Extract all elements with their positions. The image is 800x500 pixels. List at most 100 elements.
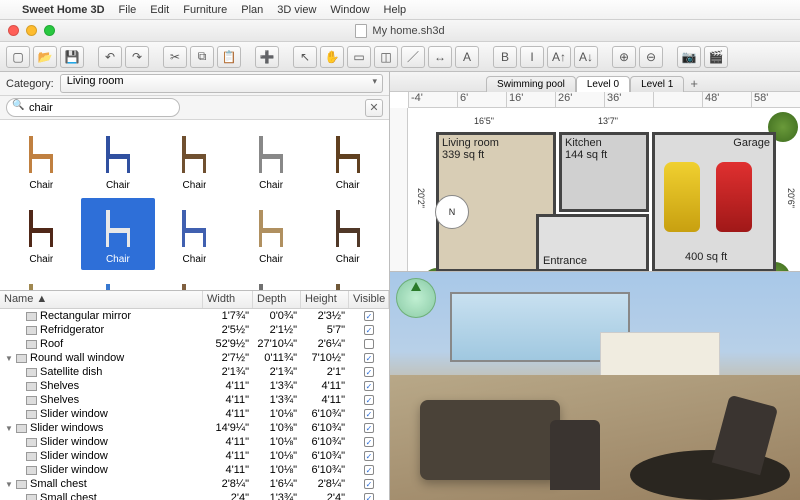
visible-checkbox[interactable]: ✓ xyxy=(364,325,374,335)
room-kitchen[interactable]: Kitchen 144 sq ft xyxy=(559,132,649,212)
col-depth-header[interactable]: Depth xyxy=(253,291,301,308)
new-button[interactable]: ▢ xyxy=(6,46,30,68)
col-name-header[interactable]: Name ▲ xyxy=(0,291,203,308)
menu-help[interactable]: Help xyxy=(384,4,407,16)
select-button[interactable]: ↖ xyxy=(293,46,317,68)
add-text-button[interactable]: A xyxy=(455,46,479,68)
menu-app[interactable]: Sweet Home 3D xyxy=(22,4,105,16)
visible-checkbox[interactable]: ✓ xyxy=(364,311,374,321)
menu-furniture[interactable]: Furniture xyxy=(183,4,227,16)
visible-checkbox[interactable]: ✓ xyxy=(364,423,374,433)
visible-checkbox[interactable]: ✓ xyxy=(364,367,374,377)
car-yellow-icon[interactable] xyxy=(664,162,700,232)
furniture-row[interactable]: Small chest2'4"1'3¾"2'4"✓ xyxy=(0,491,389,500)
furniture-row[interactable]: ▼Round wall window2'7½"0'11¾"7'10½"✓ xyxy=(0,351,389,365)
furniture-row[interactable]: Refridgerator2'5½"2'1½"5'7"✓ xyxy=(0,323,389,337)
search-input[interactable] xyxy=(6,98,180,117)
catalog-item[interactable]: Chair xyxy=(234,198,309,270)
add-furniture-button[interactable]: ➕ xyxy=(255,46,279,68)
furniture-catalog[interactable]: ChairChairChairChairChairChairChairChair… xyxy=(0,120,389,290)
col-visible-header[interactable]: Visible xyxy=(349,291,389,308)
furniture-row[interactable]: Slider window4'11"1'0⅛"6'10¾"✓ xyxy=(0,463,389,477)
furniture-row[interactable]: Slider window4'11"1'0⅛"6'10¾"✓ xyxy=(0,435,389,449)
plan-canvas[interactable]: 16'5" 13'7" Living room 339 sq ft N Kitc… xyxy=(408,108,800,271)
menu-window[interactable]: Window xyxy=(330,4,369,16)
furniture-row[interactable]: Satellite dish2'1¾"2'1¾"2'1"✓ xyxy=(0,365,389,379)
catalog-item[interactable]: Chair xyxy=(157,198,232,270)
create-walls-button[interactable]: ▭ xyxy=(347,46,371,68)
visible-checkbox[interactable]: ✓ xyxy=(364,395,374,405)
clear-search-button[interactable]: ✕ xyxy=(365,99,383,117)
tab-level-0[interactable]: Level 0 xyxy=(576,76,630,92)
catalog-item[interactable]: Oak chair xyxy=(310,272,385,290)
cut-button[interactable]: ✂ xyxy=(163,46,187,68)
visible-checkbox[interactable]: ✓ xyxy=(364,451,374,461)
plan-view[interactable]: -4'6'16'26'36'48'58' 16'5" 13'7" Living … xyxy=(390,92,800,272)
minimize-window-button[interactable] xyxy=(26,25,37,36)
copy-button[interactable]: ⧉ xyxy=(190,46,214,68)
furniture-row[interactable]: Roof52'9½"27'10¼"2'6¼" xyxy=(0,337,389,351)
catalog-item[interactable]: Child chair xyxy=(81,272,156,290)
catalog-item[interactable]: Chair xyxy=(157,124,232,196)
menu-3dview[interactable]: 3D view xyxy=(277,4,316,16)
zoom-out-button[interactable]: ⊖ xyxy=(639,46,663,68)
3d-nav-compass[interactable] xyxy=(396,278,436,318)
category-select[interactable]: Living room xyxy=(60,74,383,93)
paste-button[interactable]: 📋 xyxy=(217,46,241,68)
catalog-item[interactable]: Chair xyxy=(81,124,156,196)
video-button[interactable]: 🎬 xyxy=(704,46,728,68)
visible-checkbox[interactable]: ✓ xyxy=(364,437,374,447)
close-window-button[interactable] xyxy=(8,25,19,36)
bold-button[interactable]: B xyxy=(493,46,517,68)
menu-edit[interactable]: Edit xyxy=(150,4,169,16)
furniture-row[interactable]: ▼Slider windows14'9¼"1'0⅜"6'10¾"✓ xyxy=(0,421,389,435)
zoom-in-button[interactable]: ⊕ xyxy=(612,46,636,68)
catalog-item[interactable]: Chair xyxy=(81,198,156,270)
menu-file[interactable]: File xyxy=(119,4,137,16)
create-dimensions-button[interactable]: ↔ xyxy=(428,46,452,68)
catalog-item[interactable]: Chair xyxy=(4,198,79,270)
furniture-row[interactable]: Slider window4'11"1'0⅛"6'10¾"✓ xyxy=(0,407,389,421)
catalog-item[interactable]: Lattice chair xyxy=(157,272,232,290)
catalog-item[interactable]: Chair xyxy=(4,124,79,196)
catalog-item[interactable]: Chair with c… xyxy=(4,272,79,290)
catalog-item[interactable]: Chair xyxy=(310,198,385,270)
visible-checkbox[interactable]: ✓ xyxy=(364,479,374,489)
furniture-row[interactable]: Shelves4'11"1'3¾"4'11"✓ xyxy=(0,379,389,393)
add-level-button[interactable]: + xyxy=(684,76,704,91)
furniture-list-body[interactable]: Rectangular mirror1'7¾"0'0¾"2'3½"✓Refrid… xyxy=(0,309,389,500)
furniture-row[interactable]: ▼Small chest2'8¼"1'6¼"2'8¼"✓ xyxy=(0,477,389,491)
3d-view[interactable] xyxy=(390,272,800,500)
visible-checkbox[interactable]: ✓ xyxy=(364,381,374,391)
undo-button[interactable]: ↶ xyxy=(98,46,122,68)
tab-swimming-pool[interactable]: Swimming pool xyxy=(486,76,576,92)
font-up-button[interactable]: A↑ xyxy=(547,46,571,68)
photo-button[interactable]: 📷 xyxy=(677,46,701,68)
create-rooms-button[interactable]: ◫ xyxy=(374,46,398,68)
create-lines-button[interactable]: ／ xyxy=(401,46,425,68)
visible-checkbox[interactable]: ✓ xyxy=(364,353,374,363)
car-red-icon[interactable] xyxy=(716,162,752,232)
furniture-row[interactable]: Shelves4'11"1'3¾"4'11"✓ xyxy=(0,393,389,407)
catalog-item[interactable]: Chair xyxy=(310,124,385,196)
menu-plan[interactable]: Plan xyxy=(241,4,263,16)
italic-button[interactable]: I xyxy=(520,46,544,68)
save-button[interactable]: 💾 xyxy=(60,46,84,68)
visible-checkbox[interactable]: ✓ xyxy=(364,493,374,500)
furniture-row[interactable]: Slider window4'11"1'0⅛"6'10¾"✓ xyxy=(0,449,389,463)
catalog-item[interactable]: Chair xyxy=(234,124,309,196)
col-width-header[interactable]: Width xyxy=(203,291,253,308)
tab-level-1[interactable]: Level 1 xyxy=(630,76,684,92)
furniture-row[interactable]: Rectangular mirror1'7¾"0'0¾"2'3½"✓ xyxy=(0,309,389,323)
catalog-item[interactable]: Modern arm… xyxy=(234,272,309,290)
open-button[interactable]: 📂 xyxy=(33,46,57,68)
zoom-window-button[interactable] xyxy=(44,25,55,36)
redo-button[interactable]: ↷ xyxy=(125,46,149,68)
col-height-header[interactable]: Height xyxy=(301,291,349,308)
visible-checkbox[interactable] xyxy=(364,339,374,349)
visible-checkbox[interactable]: ✓ xyxy=(364,409,374,419)
font-down-button[interactable]: A↓ xyxy=(574,46,598,68)
pan-button[interactable]: ✋ xyxy=(320,46,344,68)
visible-checkbox[interactable]: ✓ xyxy=(364,465,374,475)
room-entrance[interactable]: Entrance 169 sq ft xyxy=(536,214,649,272)
